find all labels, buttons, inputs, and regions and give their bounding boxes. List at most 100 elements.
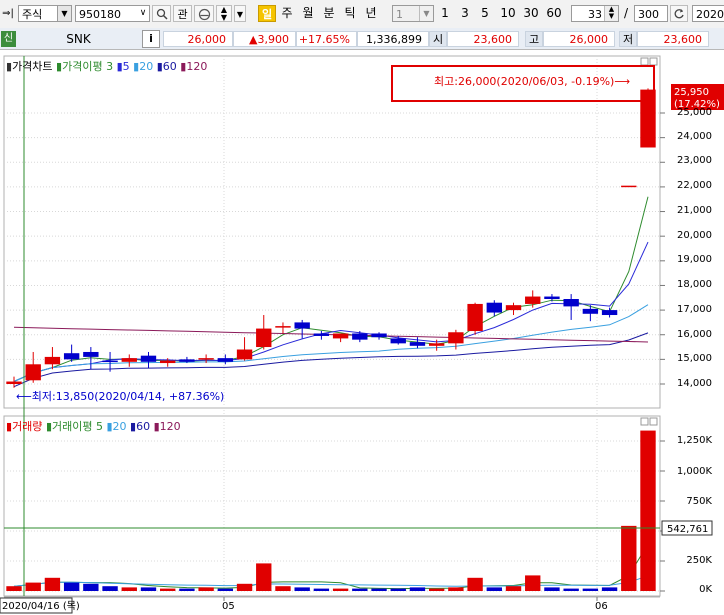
market-select[interactable]: 주식 ▼ (18, 5, 72, 22)
volume-bar (256, 563, 272, 591)
y-axis-label: 21,000 (677, 205, 712, 216)
period-year-tab[interactable]: 년 (362, 5, 380, 22)
interval-60-button[interactable]: 60 (544, 5, 564, 22)
y-axis-label: 23,000 (677, 155, 712, 166)
volume-bar (352, 588, 368, 591)
candle-body (63, 353, 80, 360)
legend-ma60: 60 (162, 60, 177, 73)
candle-body (448, 332, 464, 344)
stock-code-input[interactable]: 950180 ∨ (75, 5, 150, 22)
candle-body (198, 358, 214, 360)
volume-bar (582, 588, 599, 591)
refresh-icon (674, 9, 684, 19)
interval-5-button[interactable]: 5 (478, 5, 492, 22)
up-down-stepper[interactable]: ▲ ▼ (216, 5, 232, 22)
volume-legend-title: 거래량 (12, 420, 43, 433)
y-axis-label: 14,000 (677, 378, 712, 389)
candle-body (256, 328, 272, 348)
candle-body (102, 360, 118, 363)
candle-body (352, 333, 368, 340)
period-weekly-tab[interactable]: 주 (278, 5, 296, 22)
chart-toolbar: ⇒| 주식 ▼ 950180 ∨ 관 ▲ ▼ ▼ 일 주 월 분 틱 년 1 ▼ … (0, 0, 724, 29)
count-stepper[interactable]: ▲ ▼ (604, 6, 618, 21)
volume-value: 1,336,899 (357, 31, 429, 47)
candle-body (6, 381, 22, 384)
current-price: 26,000 (163, 31, 233, 47)
close-icon[interactable] (649, 417, 658, 426)
period-monthly-tab[interactable]: 월 (299, 5, 317, 22)
volume-bar (63, 582, 80, 591)
panel-toggle-icon[interactable]: ⇒| (0, 5, 16, 22)
period-daily-tab[interactable]: 일 (258, 5, 276, 22)
magnifier-icon (156, 8, 168, 20)
candle-body (409, 342, 426, 346)
settings-button[interactable] (194, 5, 214, 22)
open-label: 시 (429, 31, 447, 47)
low-annotation: ⟵최저:13,850(2020/04/14, +87.36%) (16, 390, 224, 403)
candle-body (486, 302, 502, 313)
info-button[interactable]: i (142, 30, 160, 48)
volume-bar (6, 586, 22, 591)
candle-body (217, 358, 234, 362)
candle-body (294, 322, 310, 329)
interval-10-button[interactable]: 10 (498, 5, 518, 22)
refresh-button[interactable] (670, 5, 688, 22)
chevron-down-icon[interactable]: ▼ (57, 6, 71, 21)
volume-bar (505, 586, 522, 591)
interval-1-button[interactable]: 1 (438, 5, 452, 22)
y-axis-label: 20,000 (677, 230, 712, 241)
candle-body (467, 303, 483, 332)
crosshair-date: 2020/04/16 (목) (2, 600, 80, 612)
minimize-icon[interactable] (640, 57, 649, 66)
minimize-icon[interactable] (640, 417, 649, 426)
y-axis-label: 24,000 (677, 131, 712, 142)
volume-bar (371, 588, 387, 591)
watchlist-button[interactable]: 관 (173, 5, 192, 22)
volume-bar (294, 587, 310, 591)
legend-ma120: 120 (186, 60, 208, 73)
gauge-icon (198, 8, 210, 21)
y-axis-label: 0K (699, 584, 712, 595)
legend-vma5: 5 (95, 420, 103, 433)
volume-panel-frame (3, 415, 661, 597)
volume-bar (179, 588, 195, 591)
interval-30-button[interactable]: 30 (521, 5, 541, 22)
legend-ma5: 5 (122, 60, 130, 73)
close-icon[interactable] (649, 57, 658, 66)
current-price-tag-value: 25,950 (674, 87, 709, 98)
volume-bar (467, 577, 483, 591)
new-listing-badge: 신 (1, 31, 16, 47)
y-axis-label: 1,000K (676, 466, 712, 477)
period-tick-tab[interactable]: 틱 (341, 5, 359, 22)
y-axis-label: 16,000 (677, 329, 712, 340)
volume-bar (486, 587, 502, 591)
chevron-down-icon[interactable]: ∨ (137, 6, 149, 21)
price-ma-legend-title: 가격이평 (62, 60, 103, 73)
y-axis-label: 250K (686, 555, 712, 566)
legend-ma3: 3 (106, 60, 114, 73)
y-axis-label: 19,000 (677, 254, 712, 265)
legend-ma20: 20 (139, 60, 154, 73)
legend-vma20: 20 (112, 420, 127, 433)
x-axis-label: 05 (222, 601, 235, 612)
candle-body (505, 305, 522, 311)
date-input[interactable]: 2020 (692, 5, 724, 22)
market-select-value: 주식 (22, 8, 43, 21)
chevron-down-icon[interactable]: ▼ (234, 5, 246, 22)
legend-vma60: 60 (136, 420, 151, 433)
chevron-down-icon[interactable]: ▼ (419, 6, 433, 21)
candle-body (44, 356, 61, 365)
interval-select[interactable]: 1 ▼ (392, 5, 434, 22)
total-count-input[interactable]: 300 (634, 5, 668, 22)
volume-ma-legend-title: 거래이평 (52, 420, 93, 433)
search-button[interactable] (152, 5, 171, 22)
interval-3-button[interactable]: 3 (458, 5, 472, 22)
y-axis-label: 22,000 (677, 180, 712, 191)
candle-body (83, 351, 99, 357)
display-count-input[interactable]: 33 ▲ ▼ (571, 5, 619, 22)
stock-code-value: 950180 (79, 8, 121, 21)
candle-body (621, 185, 637, 188)
volume-bar (332, 588, 349, 591)
period-minute-tab[interactable]: 분 (320, 5, 338, 22)
volume-bar (621, 525, 637, 591)
